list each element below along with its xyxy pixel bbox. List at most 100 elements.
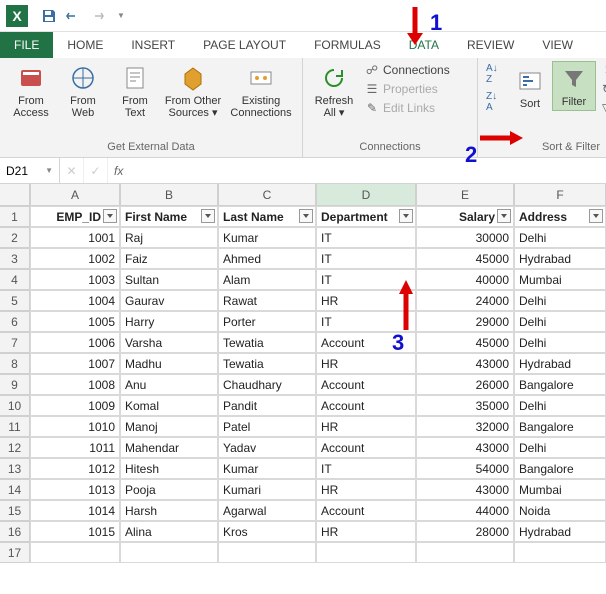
cell[interactable]: 35000 (416, 395, 514, 416)
cell[interactable]: Account (316, 332, 416, 353)
cell[interactable]: Hydrabad (514, 521, 606, 542)
filter-button[interactable]: Filter (552, 61, 596, 111)
cell[interactable]: Kros (218, 521, 316, 542)
row-header[interactable]: 13 (0, 458, 30, 479)
cell[interactable]: Delhi (514, 311, 606, 332)
cell[interactable]: 1004 (30, 290, 120, 311)
cell[interactable]: Kumar (218, 227, 316, 248)
cell[interactable]: 40000 (416, 269, 514, 290)
from-other-sources-button[interactable]: From Other Sources ▾ (162, 61, 224, 121)
row-header[interactable]: 6 (0, 311, 30, 332)
redo-icon[interactable] (88, 7, 106, 25)
cell[interactable]: 1014 (30, 500, 120, 521)
cell[interactable]: Pooja (120, 479, 218, 500)
sort-desc-button[interactable]: Z↓A (484, 89, 510, 115)
col-header-B[interactable]: B (120, 184, 218, 206)
cell[interactable]: Account (316, 374, 416, 395)
cell[interactable]: Delhi (514, 395, 606, 416)
row-header[interactable]: 16 (0, 521, 30, 542)
table-header-last-name[interactable]: Last Name (218, 206, 316, 227)
cell[interactable]: Mumbai (514, 269, 606, 290)
cell[interactable]: Chaudhary (218, 374, 316, 395)
cell[interactable]: IT (316, 227, 416, 248)
cell[interactable] (416, 542, 514, 563)
cell[interactable]: Sultan (120, 269, 218, 290)
filter-dropdown-icon[interactable] (399, 209, 413, 223)
cell[interactable]: 1009 (30, 395, 120, 416)
edit-links-button[interactable]: ✎Edit Links (361, 99, 471, 117)
properties-button[interactable]: ☰Properties (361, 80, 471, 98)
tab-page-layout[interactable]: PAGE LAYOUT (189, 32, 300, 58)
cell[interactable]: Bangalore (514, 416, 606, 437)
save-icon[interactable] (40, 7, 58, 25)
connections-button[interactable]: ☍Connections (361, 61, 471, 79)
cell[interactable]: Anu (120, 374, 218, 395)
cell[interactable]: 26000 (416, 374, 514, 395)
cell[interactable]: 1001 (30, 227, 120, 248)
cell[interactable]: Pandit (218, 395, 316, 416)
cell[interactable]: Manoj (120, 416, 218, 437)
cell[interactable]: 32000 (416, 416, 514, 437)
cell[interactable]: 1013 (30, 479, 120, 500)
cell[interactable]: Kumar (218, 458, 316, 479)
cell[interactable]: 1006 (30, 332, 120, 353)
cell[interactable]: Harsh (120, 500, 218, 521)
cell[interactable]: Delhi (514, 332, 606, 353)
cell[interactable]: Bangalore (514, 374, 606, 395)
cell[interactable]: Mahendar (120, 437, 218, 458)
cell[interactable]: Kumari (218, 479, 316, 500)
cell[interactable] (316, 542, 416, 563)
tab-formulas[interactable]: FORMULAS (300, 32, 395, 58)
cell[interactable]: Hitesh (120, 458, 218, 479)
fx-label-icon[interactable]: fx (108, 164, 129, 178)
refresh-all-button[interactable]: Refresh All ▾ (309, 61, 359, 121)
cell[interactable]: Hydrabad (514, 248, 606, 269)
select-all-corner[interactable] (0, 184, 30, 206)
cell[interactable]: IT (316, 248, 416, 269)
cell[interactable]: Yadav (218, 437, 316, 458)
cell[interactable]: IT (316, 458, 416, 479)
cell[interactable] (218, 542, 316, 563)
cell[interactable]: Madhu (120, 353, 218, 374)
cell[interactable]: Hydrabad (514, 353, 606, 374)
cell[interactable]: Rawat (218, 290, 316, 311)
cell[interactable]: Mumbai (514, 479, 606, 500)
cell[interactable]: HR (316, 479, 416, 500)
cell[interactable]: Account (316, 437, 416, 458)
cell[interactable]: 1005 (30, 311, 120, 332)
tab-data[interactable]: DATA (395, 32, 453, 58)
reapply-button[interactable]: ↻Reapply (598, 80, 606, 98)
cell[interactable]: Alam (218, 269, 316, 290)
cell[interactable]: 43000 (416, 437, 514, 458)
sort-asc-button[interactable]: A↓Z (484, 61, 510, 87)
cell[interactable]: Noida (514, 500, 606, 521)
row-header[interactable]: 14 (0, 479, 30, 500)
cell[interactable]: Ahmed (218, 248, 316, 269)
cell[interactable]: Faiz (120, 248, 218, 269)
undo-icon[interactable] (64, 7, 82, 25)
cell[interactable]: Gaurav (120, 290, 218, 311)
cancel-fx-icon[interactable]: ✕ (60, 158, 84, 183)
sort-button[interactable]: Sort (510, 64, 550, 112)
tab-review[interactable]: REVIEW (453, 32, 528, 58)
cell[interactable]: Tewatia (218, 353, 316, 374)
cell[interactable]: Patel (218, 416, 316, 437)
col-header-A[interactable]: A (30, 184, 120, 206)
row-header[interactable]: 8 (0, 353, 30, 374)
filter-dropdown-icon[interactable] (589, 209, 603, 223)
table-header-emp_id[interactable]: EMP_ID (30, 206, 120, 227)
cell[interactable]: IT (316, 269, 416, 290)
cell[interactable]: Account (316, 395, 416, 416)
cell[interactable] (120, 542, 218, 563)
col-header-E[interactable]: E (416, 184, 514, 206)
cell[interactable]: Agarwal (218, 500, 316, 521)
cell[interactable]: 28000 (416, 521, 514, 542)
row-header[interactable]: 10 (0, 395, 30, 416)
cell[interactable]: 44000 (416, 500, 514, 521)
cell[interactable]: 54000 (416, 458, 514, 479)
filter-dropdown-icon[interactable] (299, 209, 313, 223)
row-header[interactable]: 12 (0, 437, 30, 458)
table-header-salary[interactable]: Salary (416, 206, 514, 227)
cell[interactable]: Delhi (514, 437, 606, 458)
cell[interactable]: Harry (120, 311, 218, 332)
